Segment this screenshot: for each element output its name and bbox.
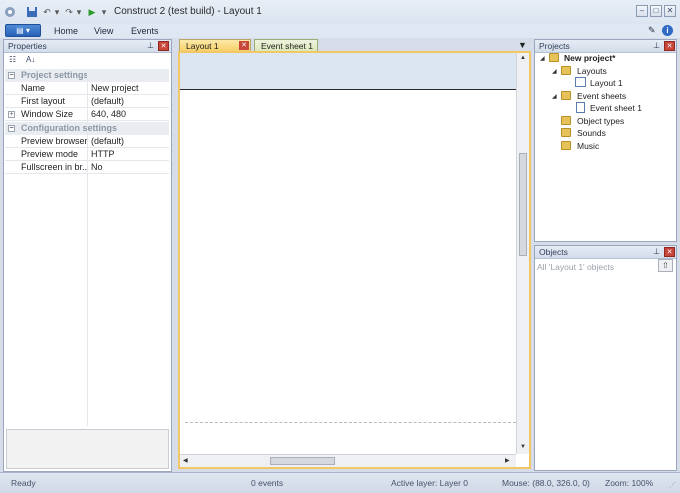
- pin-icon[interactable]: ⊥: [653, 247, 660, 256]
- categorized-icon[interactable]: ☷: [9, 55, 16, 64]
- window-boundary-line: [185, 422, 516, 423]
- tab-label: Layout 1: [186, 41, 219, 51]
- maximize-button[interactable]: □: [650, 5, 662, 17]
- status-event-count: 0 events: [251, 478, 284, 488]
- scroll-right-icon[interactable]: ▶: [505, 457, 510, 464]
- undo-icon[interactable]: ↶: [42, 5, 52, 19]
- status-bar: Ready 0 events Active layer: Layer 0 Mou…: [0, 472, 680, 493]
- tab-events[interactable]: Events: [131, 26, 159, 36]
- property-description-box: [6, 429, 169, 469]
- expand-icon[interactable]: +: [8, 111, 15, 118]
- property-value[interactable]: HTTP: [91, 149, 115, 159]
- property-name: Name: [21, 83, 46, 93]
- window-title: Construct 2 (test build) - Layout 1: [114, 6, 262, 17]
- tree-label: Layout 1: [590, 78, 623, 88]
- status-mouse-position: Mouse: (88.0, 326.0, 0): [502, 478, 590, 488]
- horizontal-scroll-thumb[interactable]: [270, 457, 335, 465]
- close-icon[interactable]: ✕: [158, 41, 169, 51]
- property-name: Preview browser: [21, 136, 87, 146]
- tab-list-dropdown-icon[interactable]: ▼: [518, 40, 527, 50]
- column-divider: [87, 82, 88, 426]
- horizontal-scrollbar[interactable]: ◀ ▶: [180, 454, 516, 467]
- tree-label: Event sheets: [577, 91, 627, 101]
- expand-arrow-icon[interactable]: ◢: [552, 93, 557, 100]
- folder-icon: [549, 53, 559, 62]
- property-value[interactable]: No: [91, 162, 103, 172]
- property-value[interactable]: New project: [91, 83, 139, 93]
- layout-icon: [575, 77, 586, 87]
- up-folder-icon[interactable]: ⇧: [658, 259, 673, 272]
- minimize-button[interactable]: –: [636, 5, 648, 17]
- property-name: Preview mode: [21, 149, 79, 159]
- resize-grip-icon[interactable]: ⋰: [669, 481, 676, 489]
- customize-toolbar-icon[interactable]: ▾: [100, 5, 108, 19]
- status-zoom: Zoom: 100%: [605, 478, 654, 488]
- event-sheet-icon: [576, 102, 585, 113]
- tree-label: Layouts: [577, 66, 607, 76]
- collapse-icon[interactable]: −: [8, 125, 15, 132]
- tree-label: Object types: [577, 116, 625, 126]
- title-bar: ↶ ▾ ↷ ▾ ▶ ▾ Construct 2 (test build) - L…: [0, 0, 680, 24]
- close-icon[interactable]: ✕: [664, 41, 675, 51]
- vertical-scroll-thumb[interactable]: [519, 153, 527, 256]
- run-icon[interactable]: ▶: [87, 5, 97, 19]
- objects-filter-label[interactable]: All 'Layout 1' objects: [537, 262, 614, 272]
- category-project-settings[interactable]: − Project settings: [5, 69, 169, 82]
- expand-arrow-icon[interactable]: ◢: [540, 55, 545, 62]
- tree-label: Sounds: [577, 128, 606, 138]
- scroll-down-icon[interactable]: ▼: [520, 444, 526, 450]
- save-icon[interactable]: [26, 5, 38, 19]
- property-name: Fullscreen in br...: [21, 162, 87, 172]
- property-value[interactable]: (default): [91, 136, 124, 146]
- objects-title: Objects: [539, 247, 568, 257]
- folder-icon: [561, 66, 571, 75]
- tab-view[interactable]: View: [94, 26, 113, 36]
- folder-icon: [561, 141, 571, 150]
- tab-label: Event sheet 1: [261, 41, 313, 51]
- vertical-scrollbar[interactable]: ▲ ▼: [516, 53, 529, 454]
- close-window-button[interactable]: ✕: [664, 5, 676, 17]
- status-active-layer: Active layer: Layer 0: [391, 478, 469, 488]
- property-value[interactable]: (default): [91, 96, 124, 106]
- property-name: First layout: [21, 96, 66, 106]
- folder-icon: [561, 91, 571, 100]
- property-value[interactable]: 640, 480: [91, 109, 126, 119]
- properties-title: Properties: [8, 41, 47, 51]
- expand-arrow-icon[interactable]: ◢: [552, 68, 557, 75]
- tab-home[interactable]: Home: [54, 26, 78, 36]
- layout-canvas-top: [180, 53, 516, 90]
- app-icon: [4, 5, 16, 19]
- property-name: Window Size: [21, 109, 74, 119]
- close-tab-icon[interactable]: ✕: [239, 41, 249, 50]
- redo-dropdown-icon[interactable]: ▾: [76, 5, 82, 19]
- pin-icon[interactable]: ⊥: [653, 41, 660, 50]
- category-label: Configuration settings: [21, 123, 117, 133]
- category-label: Project settings: [21, 70, 87, 80]
- redo-icon[interactable]: ↷: [64, 5, 74, 19]
- tree-label: New project*: [564, 53, 616, 63]
- properties-header: Properties: [4, 40, 171, 53]
- close-icon[interactable]: ✕: [664, 247, 675, 257]
- layout-editor[interactable]: ▲ ▼ ◀ ▶: [178, 51, 531, 469]
- scroll-left-icon[interactable]: ◀: [183, 457, 188, 464]
- collapse-icon[interactable]: −: [8, 72, 15, 79]
- status-ready: Ready: [11, 478, 36, 488]
- undo-dropdown-icon[interactable]: ▾: [54, 5, 60, 19]
- sort-az-icon[interactable]: A↓: [26, 55, 35, 64]
- objects-panel: Objects ⊥ ✕: [534, 245, 677, 471]
- folder-icon: [561, 128, 571, 137]
- scroll-up-icon[interactable]: ▲: [520, 55, 526, 61]
- folder-icon: [561, 116, 571, 125]
- file-menu-button[interactable]: ▤ ▾: [5, 24, 41, 37]
- pin-ribbon-icon[interactable]: ✎: [648, 25, 656, 36]
- pin-icon[interactable]: ⊥: [147, 41, 154, 50]
- tree-label: Event sheet 1: [590, 103, 642, 113]
- tree-label: Music: [577, 141, 600, 151]
- help-icon[interactable]: i: [662, 25, 673, 36]
- projects-title: Projects: [539, 41, 570, 51]
